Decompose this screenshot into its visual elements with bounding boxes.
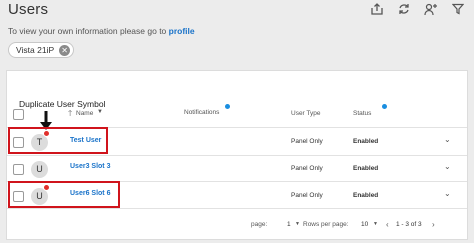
row-checkbox[interactable] xyxy=(13,164,24,175)
pagination-page-label: page: xyxy=(251,221,268,228)
avatar: U xyxy=(31,161,48,178)
column-header-notifications: Notifications xyxy=(184,109,220,116)
chevron-down-icon[interactable]: ▼ xyxy=(295,221,300,227)
info-icon[interactable] xyxy=(382,104,387,109)
close-icon[interactable]: ✕ xyxy=(59,44,71,56)
filter-icon[interactable] xyxy=(450,2,466,16)
profile-link[interactable]: profile xyxy=(169,26,195,36)
user-name-link[interactable]: User3 Slot 3 xyxy=(70,163,110,170)
status-value: Enabled xyxy=(353,165,379,172)
page-select[interactable]: 1 xyxy=(287,221,291,228)
panel-filter-chip[interactable]: Vista 21iP ✕ xyxy=(8,42,75,58)
rows-per-page-label: Rows per page: xyxy=(303,221,349,228)
info-icon[interactable] xyxy=(225,104,230,109)
page-title: Users xyxy=(8,1,49,18)
row-divider xyxy=(7,155,467,156)
column-header-status: Status xyxy=(353,110,372,117)
column-header-user-type: User Type xyxy=(291,110,321,117)
chevron-down-icon[interactable]: ▼ xyxy=(373,221,378,227)
rows-per-page-select[interactable]: 10 xyxy=(361,221,368,228)
duplicate-highlight-box xyxy=(8,181,120,208)
pagination-range: 1 - 3 of 3 xyxy=(396,221,422,228)
chevron-down-icon[interactable]: ⌄ xyxy=(444,189,451,198)
row-divider xyxy=(7,208,467,209)
profile-info-text: To view your own information please go t… xyxy=(8,26,195,36)
add-user-icon[interactable] xyxy=(423,2,439,16)
status-value: Enabled xyxy=(353,138,379,145)
refresh-icon[interactable] xyxy=(396,2,412,16)
share-icon[interactable] xyxy=(369,2,385,16)
chip-label: Vista 21iP xyxy=(16,45,55,55)
sort-down-icon[interactable]: ▼ xyxy=(97,109,103,115)
duplicate-highlight-box xyxy=(8,127,108,154)
user-type-value: Panel Only xyxy=(291,165,323,172)
chevron-down-icon[interactable]: ⌄ xyxy=(444,135,451,144)
select-all-checkbox[interactable] xyxy=(13,109,24,120)
prev-page-icon[interactable]: ‹ xyxy=(386,221,389,229)
next-page-icon[interactable]: › xyxy=(432,221,435,229)
user-type-value: Panel Only xyxy=(291,192,323,199)
info-text: To view your own information please go t… xyxy=(8,26,167,36)
chevron-down-icon[interactable]: ⌄ xyxy=(444,162,451,171)
annotation-label: Duplicate User Symbol xyxy=(19,99,106,109)
column-header-name[interactable]: Name xyxy=(76,110,93,117)
header-toolbar xyxy=(369,2,466,16)
status-value: Enabled xyxy=(353,192,379,199)
users-table: Duplicate User Symbol 🡑 Name ▼ Notificat… xyxy=(6,70,468,240)
user-type-value: Panel Only xyxy=(291,138,323,145)
sort-up-icon[interactable]: 🡑 xyxy=(68,108,72,122)
